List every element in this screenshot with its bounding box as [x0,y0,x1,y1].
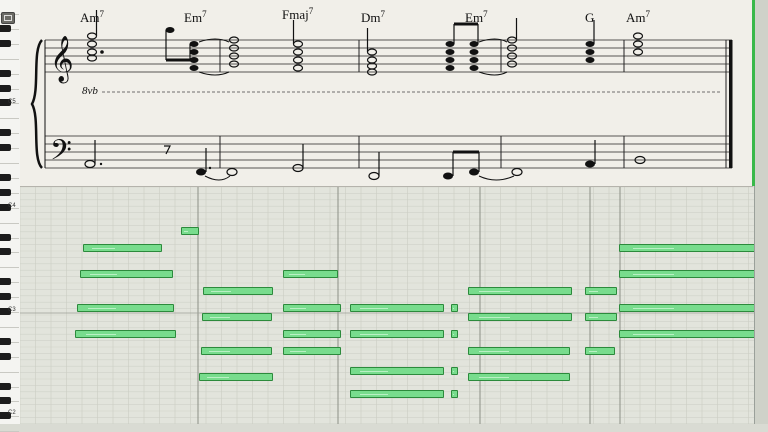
bass-clef-icon: 𝄢 [50,134,72,174]
octave-label-c4: C4 [8,203,16,209]
black-key[interactable] [0,24,11,32]
black-key[interactable] [0,248,11,256]
white-key[interactable] [0,149,19,164]
white-key[interactable] [0,417,19,432]
midi-note[interactable] [619,304,755,312]
treble-staff [45,39,732,73]
black-key[interactable] [0,233,11,241]
octave-label-c5: C5 [8,99,16,105]
bass-stems [205,140,596,176]
midi-note[interactable] [468,373,570,381]
midi-note[interactable] [75,330,176,338]
midi-note[interactable] [77,304,174,312]
midi-note[interactable] [619,270,755,278]
midi-note[interactable] [468,347,570,355]
black-key[interactable] [0,84,11,92]
black-key[interactable] [0,278,11,286]
midi-note[interactable] [585,313,617,321]
score-view[interactable]: Am7 Em7 Fmaj7 Dm7 Em7 G Am7 𝄞 𝄢 8vb [20,0,753,187]
bass-ties [204,175,515,181]
black-key[interactable] [0,69,11,77]
grand-staff-brace [30,39,44,169]
midi-note[interactable] [283,270,338,278]
white-key[interactable] [0,209,19,224]
bass-staff [45,135,732,169]
midi-note[interactable] [350,367,444,375]
midi-note[interactable] [202,313,272,321]
white-key[interactable] [0,253,19,269]
black-key[interactable] [0,39,11,47]
piano-keyboard[interactable]: C5 C4 C3 C2 [0,0,21,432]
black-key[interactable] [0,188,11,196]
black-key[interactable] [0,337,11,345]
chord-symbol-1: Am7 [80,9,105,25]
octave-label-c3: C3 [8,307,16,313]
grid-icon [4,15,12,21]
white-key[interactable] [0,104,19,120]
midi-note[interactable] [619,244,755,252]
midi-note[interactable] [83,244,162,252]
chord-symbols: Am7 Em7 Fmaj7 Dm7 Em7 G Am7 [80,6,651,25]
piano-roll[interactable] [20,187,755,424]
midi-note[interactable] [181,227,199,235]
midi-note[interactable] [468,287,572,295]
final-barline [729,40,733,168]
ties [198,38,508,76]
chord-symbol-6: G [585,10,594,25]
black-key[interactable] [0,397,11,405]
chord-symbol-4: Dm7 [361,9,386,25]
octave-label-c2: C2 [8,410,16,416]
midi-note[interactable] [350,330,444,338]
black-key[interactable] [0,144,11,152]
white-key[interactable] [0,45,19,60]
midi-note[interactable] [350,390,444,398]
bass-filled-notes [196,160,595,180]
score-notation: Am7 Em7 Fmaj7 Dm7 Em7 G Am7 𝄞 𝄢 8vb [30,6,733,181]
midi-note[interactable] [451,304,458,312]
black-key[interactable] [0,352,11,360]
black-key[interactable] [0,173,11,181]
midi-note[interactable] [585,287,617,295]
midi-note[interactable] [199,373,273,381]
midi-note[interactable] [585,347,615,355]
midi-note[interactable] [201,347,272,355]
white-key[interactable] [0,313,19,328]
midi-note[interactable] [283,304,341,312]
midi-note[interactable] [283,330,341,338]
treble-clef-icon: 𝄞 [50,36,74,84]
playhead-marker [752,0,755,186]
white-key[interactable] [0,358,19,373]
midi-note[interactable] [80,270,173,278]
midi-note[interactable] [451,330,458,338]
midi-note[interactable] [451,367,458,375]
midi-note[interactable] [203,287,273,295]
dots-and-rests [99,145,212,170]
midi-note[interactable] [451,390,458,398]
view-toggle-button[interactable] [1,12,15,24]
ottava-label: 8vb [82,85,98,97]
chord-symbol-3: Fmaj7 [282,6,314,22]
midi-note[interactable] [350,304,444,312]
midi-note[interactable] [619,330,755,338]
black-key[interactable] [0,382,11,390]
black-key[interactable] [0,129,11,137]
midi-note[interactable] [468,313,572,321]
black-key[interactable] [0,293,11,301]
vertical-scrollbar[interactable] [754,0,768,424]
chord-symbol-7: Am7 [626,9,651,25]
chord-symbol-2: Em7 [184,9,207,25]
midi-note[interactable] [283,347,341,355]
